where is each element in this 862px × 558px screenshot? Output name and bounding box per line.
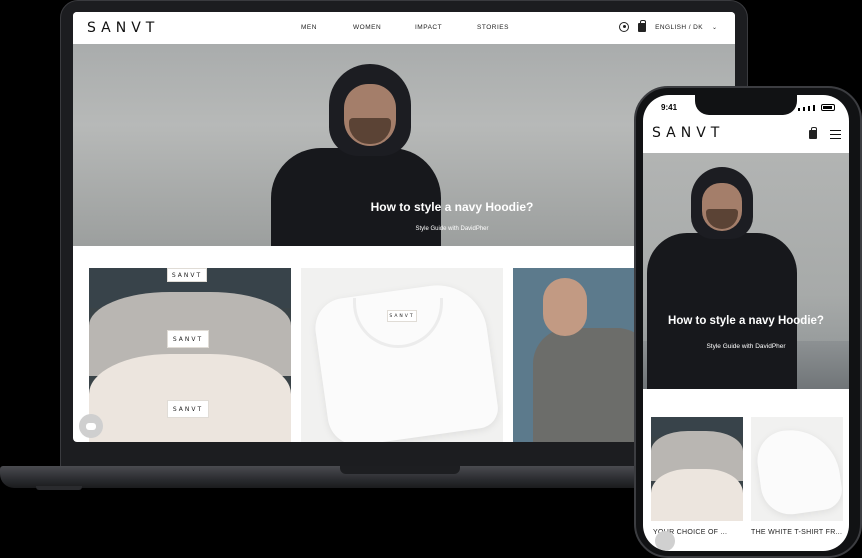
- product-grid: SANVT SANVT SANVT SANVT: [89, 268, 729, 442]
- product-card-white-tee[interactable]: [751, 417, 843, 521]
- chat-button[interactable]: [79, 414, 103, 438]
- battery-icon: [821, 104, 835, 111]
- cart-icon[interactable]: [809, 127, 817, 139]
- hero-subtitle: Style Guide with DavidPher: [706, 343, 786, 350]
- product-card-model[interactable]: [513, 268, 653, 442]
- mobile-screen: 9:41 SANVT How to style a navy Hoodie? S…: [643, 95, 849, 551]
- chat-icon: [86, 422, 96, 430]
- signal-icon: [803, 107, 805, 111]
- nav-item-stories[interactable]: STORIES: [477, 24, 509, 31]
- mobile-header: SANVT: [643, 117, 849, 151]
- header-actions: ENGLISH / DK ⌄: [619, 19, 717, 32]
- product-grid: [651, 417, 847, 527]
- hero-title: How to style a navy Hoodie?: [668, 315, 824, 327]
- cart-icon[interactable]: [638, 19, 647, 32]
- status-time: 9:41: [661, 103, 678, 112]
- product-card-stack[interactable]: SANVT SANVT SANVT: [89, 268, 291, 442]
- nav-item-men[interactable]: MEN: [301, 24, 353, 31]
- brand-logo[interactable]: SANVT: [652, 125, 724, 141]
- product-label[interactable]: THE WHITE T-SHIRT FR...: [751, 529, 842, 536]
- laptop-notch: [340, 466, 460, 474]
- phone-notch: [695, 95, 797, 115]
- model-head: [543, 278, 587, 336]
- brand-logo[interactable]: SANVT: [87, 20, 159, 36]
- signal-icon: [798, 108, 800, 111]
- chevron-down-icon[interactable]: ⌄: [712, 24, 717, 31]
- label-tag: SANVT: [167, 268, 207, 282]
- main-menu: MEN WOMEN IMPACT STORIES: [301, 24, 509, 31]
- laptop-foot: [36, 486, 82, 490]
- signal-icon: [813, 105, 815, 111]
- chat-button[interactable]: [655, 531, 675, 551]
- language-selector[interactable]: ENGLISH / DK: [655, 24, 703, 31]
- product-card-white-tee[interactable]: SANVT: [301, 268, 503, 442]
- shirt-cream: [651, 469, 743, 521]
- menu-icon[interactable]: [830, 130, 841, 141]
- shirt-cream: [89, 354, 291, 442]
- account-icon[interactable]: [619, 22, 630, 32]
- nav-item-women[interactable]: WOMEN: [353, 24, 415, 31]
- nav-item-impact[interactable]: IMPACT: [415, 24, 477, 31]
- hero-banner[interactable]: How to style a navy Hoodie? Style Guide …: [643, 153, 849, 389]
- desktop-header: SANVT MEN WOMEN IMPACT STORIES ENGLISH /…: [73, 12, 735, 44]
- hero-person-body: [647, 233, 797, 389]
- product-card-stack[interactable]: [651, 417, 743, 521]
- label-tag: SANVT: [387, 310, 417, 322]
- label-tag: SANVT: [167, 400, 209, 418]
- signal-icon: [808, 106, 810, 111]
- label-tag: SANVT: [167, 330, 209, 348]
- status-icons: [798, 104, 835, 111]
- white-tshirt: [753, 423, 843, 519]
